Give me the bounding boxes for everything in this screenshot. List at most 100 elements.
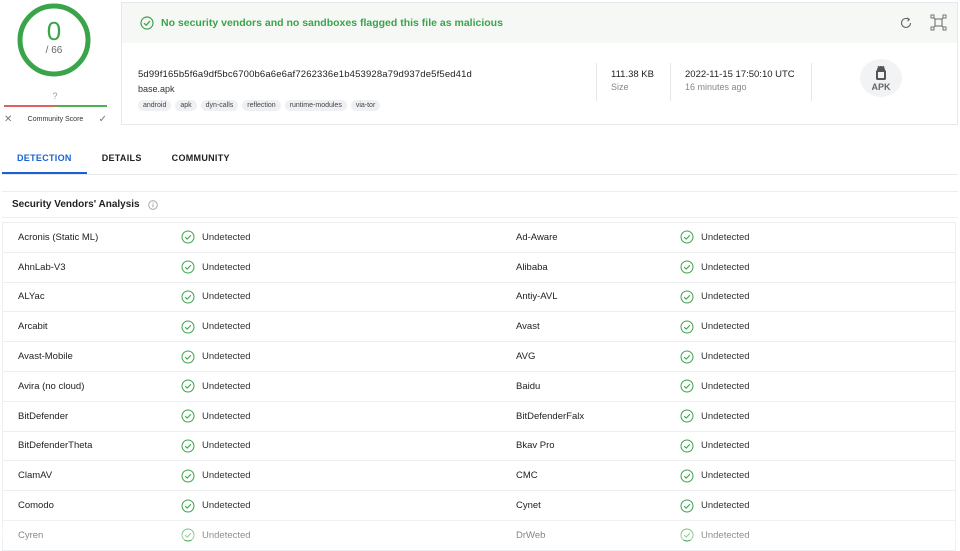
result-text: Undetected: [701, 410, 750, 422]
tag-via-tor[interactable]: via-tor: [350, 100, 381, 111]
vendor-result: Undetected: [680, 342, 750, 371]
check-circle-icon: [181, 409, 195, 423]
tag-reflection[interactable]: reflection: [242, 100, 281, 111]
vendor-name: Cynet: [516, 491, 541, 520]
vendor-result: Undetected: [181, 342, 251, 371]
vendor-result: Undetected: [680, 521, 750, 550]
check-circle-icon: [181, 499, 195, 513]
result-text: Undetected: [202, 291, 251, 303]
result-text: Undetected: [202, 470, 251, 482]
vendor-name-text: Bkav Pro: [516, 440, 555, 452]
check-circle-icon: [181, 290, 195, 304]
vendor-name: Antiy-AVL: [516, 283, 558, 312]
file-name: base.apk: [138, 84, 175, 94]
check-circle-icon: [680, 409, 694, 423]
check-circle-icon: [181, 528, 195, 542]
section-title: Security Vendors' Analysis: [12, 199, 140, 210]
vendors-table: Acronis (Static ML) Undetected Ad-Aware …: [2, 222, 956, 551]
vendor-name-text: Cynet: [516, 500, 541, 512]
vendor-name: BitDefender: [18, 402, 68, 431]
file-hash[interactable]: 5d99f165b5f6a9df5bc6700b6a6e6af7262336e1…: [138, 69, 472, 80]
vendor-name: DrWeb: [516, 521, 545, 550]
vote-harmless-close-icon[interactable]: ✕: [4, 114, 12, 125]
check-circle-icon: [181, 350, 195, 364]
detection-score-widget: 0 / 66 ? ✕ Community Score ✓: [0, 0, 110, 130]
file-type-badge: APK: [860, 59, 902, 97]
result-text: Undetected: [202, 410, 251, 422]
check-circle-icon: [140, 16, 154, 30]
similar-files-icon[interactable]: [930, 14, 947, 31]
tab-community[interactable]: COMMUNITY: [157, 142, 245, 174]
file-summary-card: No security vendors and no sandboxes fla…: [121, 2, 958, 125]
check-circle-icon: [181, 439, 195, 453]
vendor-name-text: Ad-Aware: [516, 231, 558, 243]
vendor-name: Comodo: [18, 491, 54, 520]
table-row: Acronis (Static ML) Undetected Ad-Aware …: [3, 223, 955, 253]
result-text: Undetected: [202, 380, 251, 392]
result-text: Undetected: [202, 500, 251, 512]
info-icon[interactable]: [147, 199, 158, 210]
vendor-result: Undetected: [181, 402, 251, 431]
vendor-result: Undetected: [680, 402, 750, 431]
tag-apk[interactable]: apk: [175, 100, 197, 111]
vendor-name-text: Antiy-AVL: [516, 291, 558, 303]
scan-date-value: 2022-11-15 17:50:10 UTC: [685, 69, 795, 80]
vendor-result: Undetected: [181, 491, 251, 520]
tabs-divider: [2, 174, 958, 175]
vendor-name-text: Avast: [516, 321, 540, 333]
table-row: ALYac Undetected Antiy-AVL Undetected: [3, 283, 955, 313]
check-circle-icon: [680, 469, 694, 483]
vendor-result: Undetected: [181, 372, 251, 401]
table-row: Avira (no cloud) Undetected Baidu Undete…: [3, 372, 955, 402]
tag-dyn-calls[interactable]: dyn-calls: [200, 100, 239, 111]
vendor-name: AVG: [516, 342, 535, 371]
report-tabs: DETECTION DETAILS COMMUNITY: [2, 142, 245, 174]
reanalyze-icon[interactable]: [899, 16, 913, 30]
check-circle-icon: [680, 260, 694, 274]
check-circle-icon: [181, 379, 195, 393]
vendor-name-text: BitDefenderFalx: [516, 410, 585, 422]
result-text: Undetected: [202, 231, 251, 243]
vendor-result: Undetected: [680, 491, 750, 520]
file-tags: android apk dyn-calls reflection runtime…: [138, 100, 381, 111]
vendor-name-text: BitDefender: [18, 410, 69, 422]
vendor-name-text: Avira (no cloud): [18, 380, 85, 392]
vendor-result: Undetected: [181, 521, 251, 550]
vendor-name-text: Cyren: [18, 529, 44, 541]
table-row: Avast-Mobile Undetected AVG Undetected: [3, 342, 955, 372]
vendor-name: Avast-Mobile: [18, 342, 73, 371]
vendor-name: AhnLab-V3: [18, 253, 66, 282]
vendor-result: Undetected: [181, 283, 251, 312]
vendor-result: Undetected: [181, 461, 251, 490]
result-text: Undetected: [701, 291, 750, 303]
community-score-row: ✕ Community Score ✓: [4, 114, 107, 125]
scan-date-relative: 16 minutes ago: [685, 82, 747, 92]
table-row: ClamAV Undetected CMC Undetected: [3, 461, 955, 492]
check-circle-icon: [680, 499, 694, 513]
tab-details[interactable]: DETAILS: [87, 142, 157, 174]
check-circle-icon: [680, 290, 694, 304]
table-row: BitDefenderTheta Undetected Bkav Pro Und…: [3, 432, 955, 462]
vendor-name: Ad-Aware: [516, 223, 558, 252]
divider: [811, 63, 812, 101]
tab-detection[interactable]: DETECTION: [2, 142, 87, 174]
vendor-result: Undetected: [181, 223, 251, 252]
vendor-name: Acronis (Static ML): [18, 223, 98, 252]
detection-total: / 66: [45, 45, 63, 56]
file-size-label: Size: [611, 82, 629, 92]
vote-check-icon[interactable]: ✓: [99, 114, 107, 125]
vendor-result: Undetected: [680, 253, 750, 282]
vendor-name: ALYac: [18, 283, 45, 312]
table-row: Cyren Undetected DrWeb Undetected: [3, 521, 955, 551]
vendor-result: Undetected: [680, 223, 750, 252]
result-text: Undetected: [202, 321, 251, 333]
tag-runtime-modules[interactable]: runtime-modules: [284, 100, 347, 111]
community-score-value: ?: [52, 91, 58, 101]
vendor-name: Cyren: [18, 521, 43, 550]
table-row: Arcabit Undetected Avast Undetected: [3, 312, 955, 343]
tag-android[interactable]: android: [138, 100, 172, 111]
result-text: Undetected: [701, 470, 750, 482]
verdict-text: No security vendors and no sandboxes fla…: [161, 17, 503, 29]
vendor-name-text: DrWeb: [516, 529, 546, 541]
vendor-result: Undetected: [680, 312, 750, 341]
